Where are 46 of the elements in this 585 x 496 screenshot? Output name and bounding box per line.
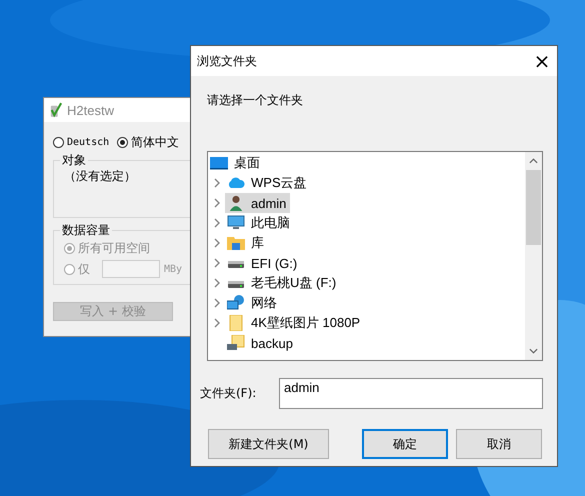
desktop-icon: [210, 155, 228, 171]
scrollbar[interactable]: [525, 152, 542, 360]
scrollbar-thumb[interactable]: [526, 170, 541, 245]
chevron-icon[interactable]: [214, 318, 220, 328]
group-title: 数据容量: [60, 223, 112, 237]
tree-item[interactable]: EFI (G:): [225, 253, 302, 273]
unit-label: MBy: [164, 264, 182, 274]
network-icon: [227, 295, 245, 311]
folder-icon: [227, 315, 245, 331]
monitor-icon: [227, 215, 245, 231]
dialog-button[interactable]: 新建文件夹(M): [208, 429, 329, 459]
window-title: H2testw: [67, 102, 114, 118]
language-radio[interactable]: 简体中文: [117, 134, 180, 150]
tree-item[interactable]: 库: [225, 233, 268, 253]
tree-item[interactable]: backup: [225, 333, 297, 353]
tree-item[interactable]: WPS云盘: [225, 173, 311, 193]
chevron-icon[interactable]: [214, 218, 220, 228]
prompt-text: 请选择一个文件夹: [207, 92, 304, 108]
scroll-down-icon[interactable]: [529, 348, 538, 354]
language-radio[interactable]: Deutsch: [53, 136, 110, 148]
dialog-button[interactable]: 确定: [362, 429, 448, 459]
group-title: 对象: [60, 153, 88, 167]
folder-field[interactable]: admin: [279, 378, 543, 409]
chevron-icon[interactable]: [214, 278, 220, 288]
dialog-button[interactable]: 取消: [456, 429, 542, 459]
chevron-icon[interactable]: [214, 298, 220, 308]
library-folder-icon: [227, 235, 245, 251]
tree-item[interactable]: 桌面: [208, 153, 264, 173]
tree-item[interactable]: 4K壁纸图片 1080P: [225, 313, 364, 333]
checkmark-icon: [50, 102, 62, 118]
chevron-icon[interactable]: [214, 178, 220, 188]
user-icon: [227, 195, 245, 211]
shared-folder-icon: [227, 335, 245, 351]
cloud-icon: [227, 175, 245, 191]
tree-item[interactable]: 老毛桃U盘 (F:): [225, 273, 340, 293]
dialog-title: 浏览文件夹: [197, 52, 257, 70]
close-button[interactable]: ×: [527, 46, 557, 76]
folder-label: 文件夹(F):: [200, 385, 256, 402]
tree-item[interactable]: admin: [225, 193, 290, 213]
chevron-icon[interactable]: [214, 238, 220, 248]
tree-item[interactable]: 网络: [225, 293, 281, 313]
scroll-up-icon[interactable]: [529, 158, 538, 164]
target-value: （没有选定）: [64, 169, 137, 183]
tree-item[interactable]: 此电脑: [225, 213, 294, 233]
chevron-icon[interactable]: [214, 258, 220, 268]
chevron-icon[interactable]: [214, 198, 220, 208]
